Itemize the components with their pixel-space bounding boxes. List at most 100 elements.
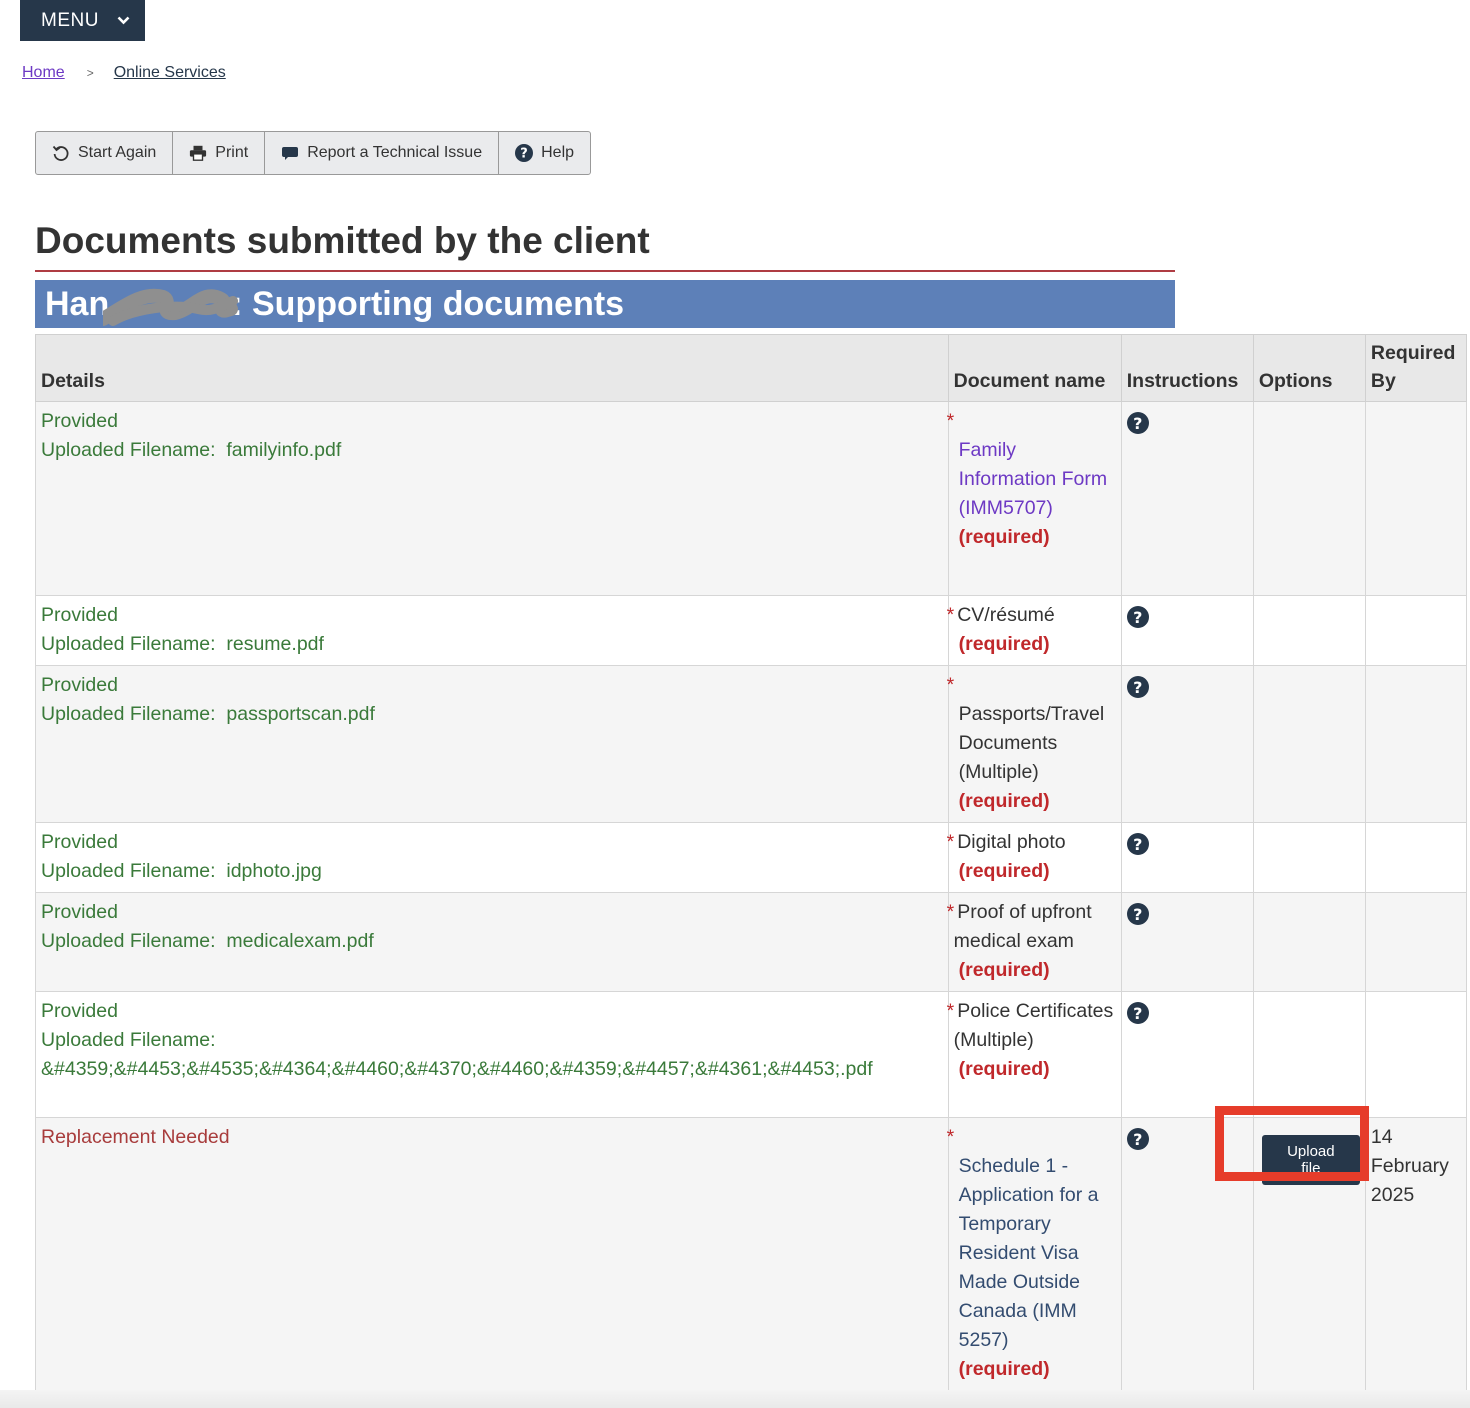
required-asterisk: * [946,901,955,923]
required-by-date: 14 February 2025 [1370,1126,1449,1206]
question-circle-icon[interactable]: ? [1126,606,1149,628]
document-name-cell: * Schedule 1 - Application for a Tempora… [946,1117,1122,1396]
required-tag: (required) [958,1358,1050,1380]
print-button[interactable]: Print [173,132,266,174]
required-tag: (required) [958,1058,1050,1080]
svg-text:?: ? [520,147,528,162]
required-by-cell [1364,892,1468,992]
table-row: Provided Uploaded Filename: idphoto.jpg … [35,822,1468,893]
table-row: Replacement Needed * Schedule 1 - Applic… [35,1117,1468,1396]
document-link[interactable]: Schedule 1 - Application for a Temporary… [959,1155,1099,1351]
report-issue-button[interactable]: Report a Technical Issue [265,132,500,174]
toolbar: Start Again Print Report a Technical Iss… [35,131,592,175]
filename-label: Uploaded Filename: [41,439,216,461]
uploaded-filename: &#4359;&#4453;&#4535;&#4364;&#4460;&#437… [41,1058,873,1080]
uploaded-filename: medicalexam.pdf [226,930,374,952]
required-by-cell [1364,991,1468,1118]
breadcrumb: Home > Online Services [22,64,226,82]
table-header-row: Details Document name Instructions Optio… [35,334,1468,402]
start-again-button[interactable]: Start Again [36,132,174,174]
status-text: Provided [41,410,118,432]
section-heading-suffix: : Supporting documents [231,284,625,323]
required-asterisk: * [946,674,955,696]
required-by-cell [1364,595,1468,666]
question-circle-icon[interactable]: ? [1126,1002,1149,1024]
question-circle-icon[interactable]: ? [1126,412,1149,434]
required-asterisk: * [946,831,955,853]
header-document-name: Document name [947,334,1122,402]
status-text: Provided [41,901,118,923]
supporting-documents-table: Details Document name Instructions Optio… [35,334,1468,1396]
header-required-by: Required By [1364,334,1468,402]
options-cell [1252,822,1366,893]
required-tag: (required) [958,526,1050,548]
help-button[interactable]: ? Help [499,132,590,174]
document-name-cell: * Proof of upfront medical exam (required… [946,892,1122,992]
table-row: Provided Uploaded Filename: medicalexam.… [35,892,1468,992]
filename-label: Uploaded Filename: [41,860,216,882]
comment-icon [281,144,299,162]
options-cell: Upload file [1252,1117,1366,1396]
document-name: Police Certificates (Multiple) [953,1000,1114,1051]
details-cell: Provided Uploaded Filename: familyinfo.p… [35,401,949,596]
upload-file-button[interactable]: Upload file [1261,1135,1360,1185]
help-label: Help [541,144,575,161]
section-heading: Han : Supporting documents [35,280,1175,328]
question-circle-icon[interactable]: ? [1126,676,1149,698]
options-cell [1252,665,1366,823]
required-asterisk: * [946,410,955,432]
document-name-cell: * Passports/Travel Documents (Multiple) … [946,665,1122,823]
required-asterisk: * [946,1126,955,1148]
required-by-cell [1364,665,1468,823]
question-circle-icon[interactable]: ? [1126,833,1149,855]
report-issue-label: Report a Technical Issue [307,144,483,161]
document-name-cell: * CV/résumé (required) [947,595,1122,666]
details-cell: Provided Uploaded Filename: passportscan… [35,665,949,823]
document-name: Digital photo [957,831,1066,853]
required-by-cell [1364,401,1468,596]
breadcrumb-online-services-link[interactable]: Online Services [114,64,226,82]
options-cell [1252,401,1366,596]
question-circle-icon[interactable]: ? [1126,1128,1149,1150]
section-heading-prefix: Han [45,284,110,323]
question-circle-icon[interactable]: ? [1126,903,1149,925]
table-row: Provided Uploaded Filename: &#4359;&#445… [35,991,1468,1118]
chevron-down-icon [117,12,130,28]
details-cell: Replacement Needed [35,1117,949,1396]
document-name-cell: * Family Information Form (IMM5707) (req… [946,401,1122,596]
required-tag: (required) [958,860,1050,882]
required-tag: (required) [958,633,1050,655]
bottom-fade [0,1390,1470,1408]
status-text: Provided [41,831,118,853]
uploaded-filename: resume.pdf [226,633,324,655]
instructions-cell: ? [1120,991,1254,1118]
table-row: Provided Uploaded Filename: familyinfo.p… [35,401,1468,596]
menu-label: MENU [41,9,99,31]
menu-button[interactable]: MENU [20,0,145,41]
document-link[interactable]: Family Information Form (IMM5707) [959,439,1107,519]
uploaded-filename: idphoto.jpg [226,860,322,882]
required-by-cell [1364,822,1468,893]
details-cell: Provided Uploaded Filename: resume.pdf [35,595,949,666]
uploaded-filename: familyinfo.pdf [226,439,342,461]
status-text: Provided [41,604,118,626]
status-text: Provided [41,1000,118,1022]
required-tag: (required) [958,959,1050,981]
document-name: Proof of upfront medical exam [953,901,1092,952]
status-text: Provided [41,674,118,696]
required-asterisk: * [946,1000,955,1022]
details-cell: Provided Uploaded Filename: idphoto.jpg [35,822,949,893]
document-name-cell: * Police Certificates (Multiple) (require… [946,991,1122,1118]
status-text: Replacement Needed [41,1126,230,1148]
details-cell: Provided Uploaded Filename: &#4359;&#445… [35,991,949,1118]
options-cell [1252,595,1366,666]
uploaded-filename: passportscan.pdf [226,703,375,725]
details-cell: Provided Uploaded Filename: medicalexam.… [35,892,949,992]
options-cell [1252,892,1366,992]
instructions-cell: ? [1120,1117,1254,1396]
title-divider [35,270,1175,272]
breadcrumb-home-link[interactable]: Home [22,64,65,82]
options-cell [1252,991,1366,1118]
header-options: Options [1252,334,1366,402]
table-row: Provided Uploaded Filename: passportscan… [35,665,1468,823]
